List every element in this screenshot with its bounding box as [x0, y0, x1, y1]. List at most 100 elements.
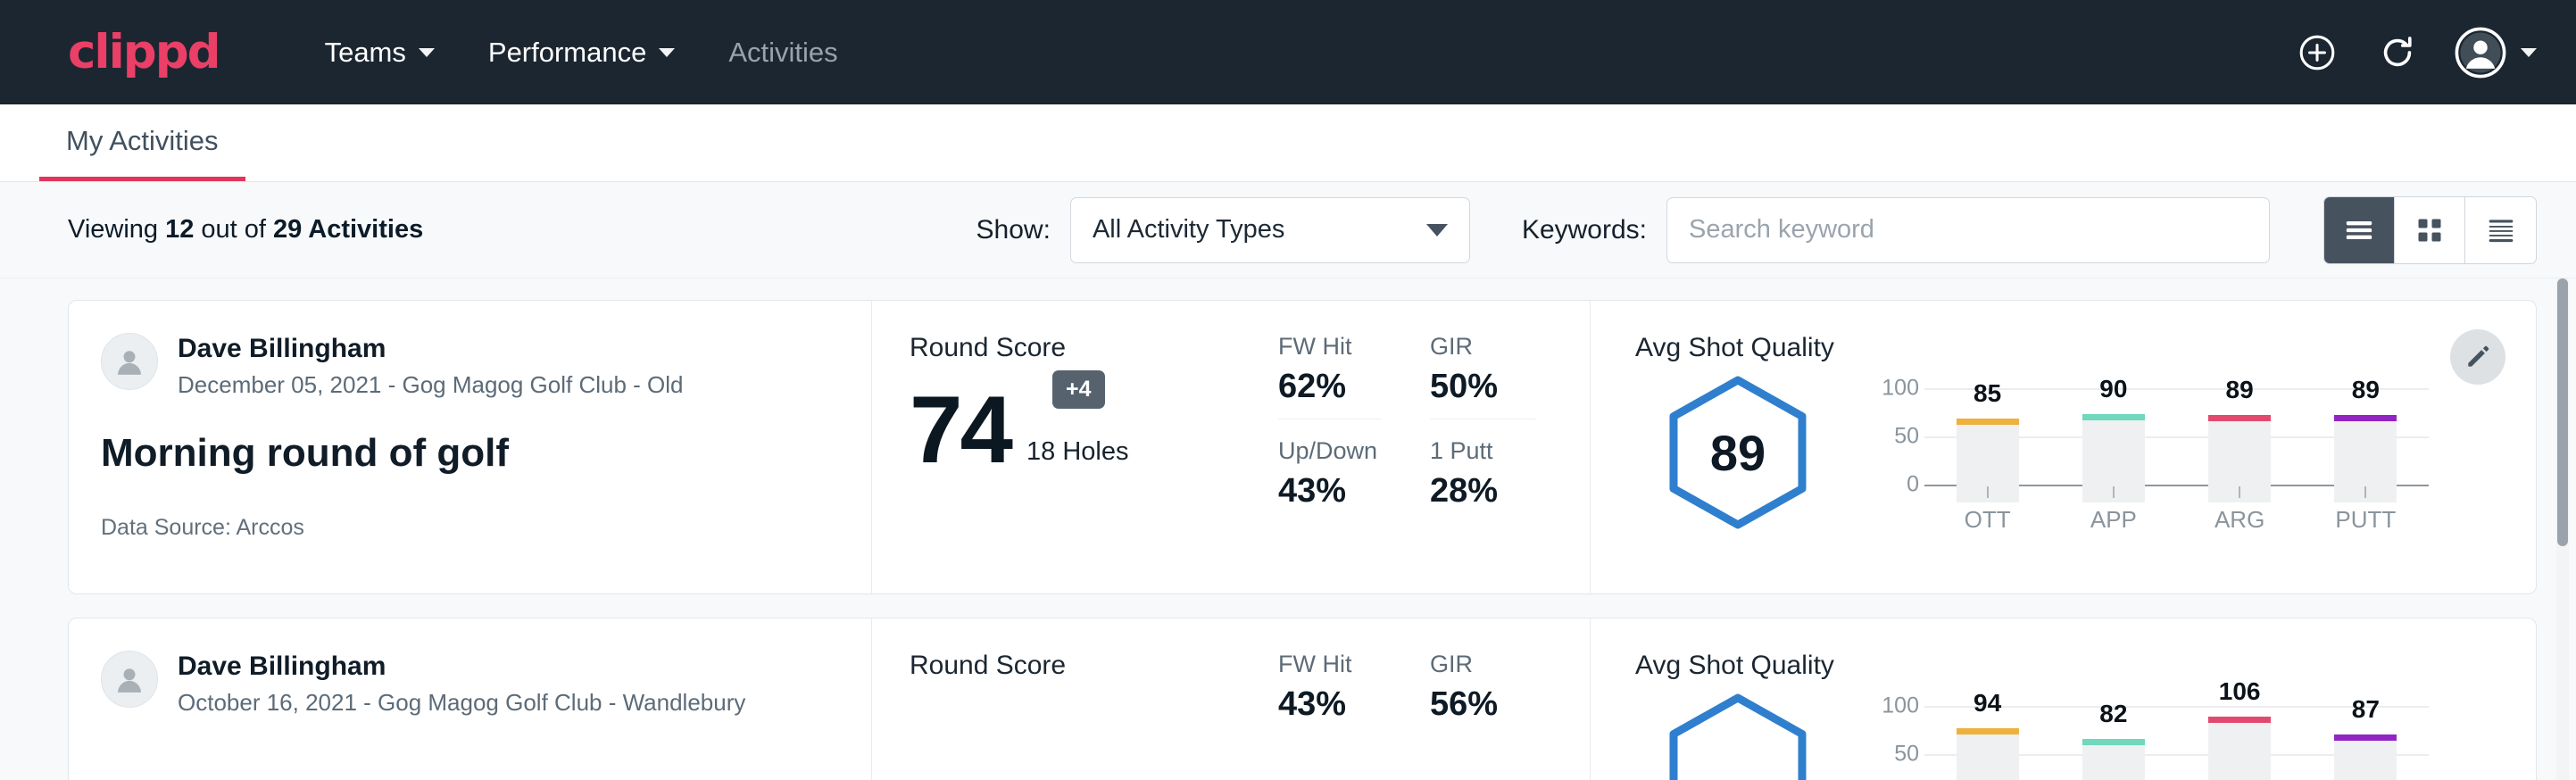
chart-y-axis: 100 50 0 [1867, 369, 1924, 502]
stat-gir: GIR 50% [1430, 333, 1536, 419]
nav-item-activities[interactable]: Activities [702, 28, 864, 78]
person-icon [111, 660, 148, 698]
stat-gir-value: 56% [1430, 685, 1536, 724]
activity-meta: December 05, 2021 - Gog Magog Golf Club … [178, 371, 684, 399]
viewing-count: 12 [165, 215, 194, 244]
activity-card[interactable]: Dave Billingham October 16, 2021 - Gog M… [68, 618, 2537, 780]
stat-fw-hit: FW Hit 43% [1278, 651, 1381, 736]
bar-column-putt: 87 [2334, 734, 2397, 780]
x-label-arg: ARG [2215, 506, 2264, 533]
avg-shot-quality-section: Avg Shot Quality 89 100 50 [1591, 301, 2536, 593]
tab-my-activities[interactable]: My Activities [39, 125, 245, 181]
y-tick-50: 50 [1894, 424, 1919, 450]
chart-x-axis: OTT APP ARG PUTT [1867, 506, 2429, 534]
shot-quality-bar-chart: 100 50 0 85 [1841, 369, 2429, 534]
show-label: Show: [976, 215, 1051, 245]
stat-gir-value: 50% [1430, 368, 1536, 406]
activity-data-source: Data Source: Arccos [101, 515, 835, 541]
player-header: Dave Billingham December 05, 2021 - Gog … [101, 333, 835, 399]
holes-played: 18 Holes [1026, 437, 1128, 467]
quality-score-value: 89 [1710, 424, 1766, 482]
nav-item-performance[interactable]: Performance [461, 28, 702, 78]
add-activity-button[interactable] [2294, 29, 2340, 76]
bar-value-arg: 106 [2219, 677, 2261, 706]
chevron-down-icon [2521, 48, 2537, 57]
viewing-summary: Viewing 12 out of 29 Activities [68, 215, 423, 245]
activity-meta: October 16, 2021 - Gog Magog Golf Club -… [178, 689, 745, 717]
tab-my-activities-label: My Activities [66, 125, 219, 156]
x-label-app: APP [2090, 506, 2137, 533]
pencil-icon [2464, 343, 2492, 371]
account-menu[interactable] [2455, 27, 2537, 79]
y-tick-0: 0 [1907, 472, 1919, 498]
stat-fw-hit: FW Hit 62% [1278, 333, 1381, 419]
chevron-down-icon [659, 48, 675, 57]
x-label-ott: OTT [1965, 506, 2011, 533]
chart-bars: 94 82 106 [1924, 686, 2429, 780]
view-mode-toggle-group [2323, 196, 2537, 264]
round-stats-grid: FW Hit 43% GIR 56% [1278, 618, 1591, 780]
refresh-button[interactable] [2374, 29, 2421, 76]
stat-fw-hit-value: 43% [1278, 685, 1381, 724]
stat-one-putt-value: 28% [1430, 472, 1536, 510]
page-scrollbar[interactable] [2556, 278, 2569, 780]
list-view-toggle[interactable] [2324, 197, 2395, 263]
person-icon [111, 343, 148, 380]
nav-item-teams[interactable]: Teams [298, 28, 461, 78]
bar-putt [2334, 734, 2397, 780]
round-stats-grid: FW Hit 62% GIR 50% Up/Down 43% 1 Putt 28… [1278, 301, 1591, 593]
detail-view-toggle[interactable] [2465, 197, 2536, 263]
clippd-logo[interactable]: clippd [68, 25, 220, 79]
top-navigation-bar: clippd Teams Performance Activities [0, 0, 2576, 104]
activity-type-select-value: All Activity Types [1093, 215, 1284, 245]
quality-hexagon [1635, 686, 1841, 780]
keywords-label: Keywords: [1522, 215, 1647, 245]
bar-value-ott: 85 [1974, 379, 2001, 408]
hexagon-icon [1658, 690, 1818, 780]
nav-item-performance-label: Performance [488, 37, 646, 69]
activity-summary: Dave Billingham December 05, 2021 - Gog … [69, 301, 872, 593]
grid-view-toggle[interactable] [2395, 197, 2465, 263]
quality-hexagon: 89 [1635, 369, 1841, 533]
activity-type-select[interactable]: All Activity Types [1070, 197, 1470, 263]
y-tick-50: 50 [1894, 742, 1919, 768]
chart-x-ticks [1924, 486, 2429, 505]
chart-y-axis: 100 50 0 [1867, 686, 1924, 780]
avg-shot-quality-body: 89 100 50 0 [1635, 369, 2429, 534]
avatar [101, 333, 158, 390]
viewing-prefix: Viewing [68, 215, 165, 244]
chart-plot-area: 85 90 89 [1924, 369, 2429, 502]
bar-value-putt: 87 [2352, 695, 2380, 724]
round-score-value: 74 [910, 386, 1010, 472]
round-score-value-row: 74 +4 18 Holes [910, 386, 1278, 472]
player-name: Dave Billingham [178, 333, 684, 365]
round-score-section: Round Score [872, 618, 1278, 780]
x-label-putt: PUTT [2335, 506, 2396, 533]
viewing-total: 29 Activities [273, 215, 423, 244]
bar-value-app: 82 [2099, 700, 2127, 728]
y-tick-100: 100 [1882, 693, 1919, 719]
grid-view-icon [2412, 212, 2447, 248]
scrollbar-thumb[interactable] [2557, 278, 2568, 546]
avg-shot-quality-section: Avg Shot Quality 100 50 [1591, 618, 2536, 780]
viewing-mid: out of [194, 215, 273, 244]
bar-column-arg: 106 [2208, 717, 2271, 780]
search-input[interactable] [1666, 197, 2270, 263]
nav-item-teams-label: Teams [325, 37, 406, 69]
activity-card[interactable]: Dave Billingham December 05, 2021 - Gog … [68, 300, 2537, 594]
chart-plot-area: 94 82 106 [1924, 686, 2429, 780]
keywords-group: Keywords: [1522, 197, 2270, 263]
bar-ott [1957, 728, 2019, 780]
bar-value-putt: 89 [2352, 376, 2380, 404]
player-header: Dave Billingham October 16, 2021 - Gog M… [101, 651, 835, 717]
stat-gir: GIR 56% [1430, 651, 1536, 736]
stat-up-down-value: 43% [1278, 472, 1381, 510]
bar-column-ott: 94 [1957, 728, 2019, 780]
edit-activity-button[interactable] [2450, 329, 2505, 385]
bar-arg [2208, 717, 2271, 780]
bar-column-app: 82 [2082, 739, 2145, 780]
activity-summary: Dave Billingham October 16, 2021 - Gog M… [69, 618, 872, 780]
stat-fw-hit-value: 62% [1278, 368, 1381, 406]
bar-value-arg: 89 [2226, 376, 2254, 404]
bar-app [2082, 739, 2145, 780]
